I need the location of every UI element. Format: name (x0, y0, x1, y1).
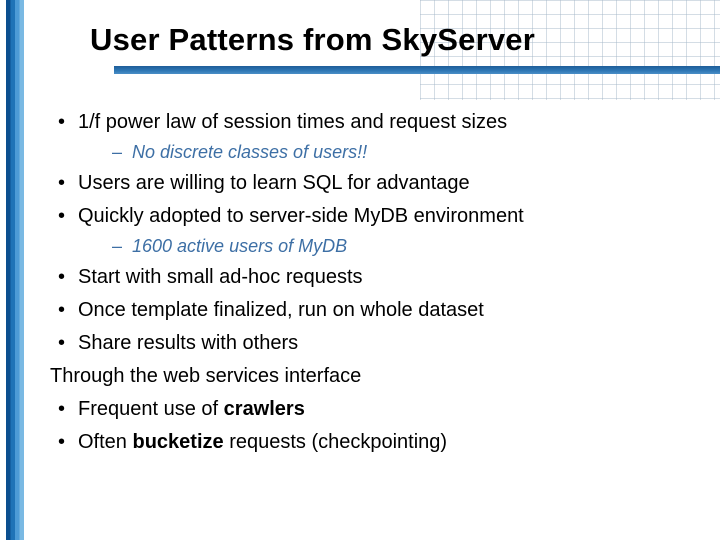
bullet-list: 1/f power law of session times and reque… (50, 108, 690, 358)
list-item: Frequent use of crawlers (50, 395, 690, 424)
list-item: Users are willing to learn SQL for advan… (50, 169, 690, 198)
left-stripe-decoration (6, 0, 24, 540)
list-item: Often bucketize requests (checkpointing) (50, 428, 690, 457)
slide-content: 1/f power law of session times and reque… (50, 108, 690, 461)
sub-list-item: 1600 active users of MyDB (78, 233, 690, 259)
bullet-text: Quickly adopted to server-side MyDB envi… (78, 205, 524, 227)
bullet-text-bold: bucketize (132, 431, 223, 453)
sub-list: No discrete classes of users!! (78, 139, 690, 165)
list-item: 1/f power law of session times and reque… (50, 108, 690, 165)
list-item: Start with small ad-hoc requests (50, 263, 690, 292)
bullet-text: 1/f power law of session times and reque… (78, 111, 507, 133)
slide-title: User Patterns from SkyServer (90, 22, 680, 58)
bullet-text-bold: crawlers (224, 398, 305, 420)
list-item: Once template finalized, run on whole da… (50, 296, 690, 325)
sub-list-item: No discrete classes of users!! (78, 139, 690, 165)
bullet-text-post: requests (checkpointing) (224, 431, 447, 453)
bullet-list: Frequent use of crawlers Often bucketize… (50, 395, 690, 457)
list-item: Share results with others (50, 329, 690, 358)
bullet-text-pre: Often (78, 431, 132, 453)
sub-list: 1600 active users of MyDB (78, 233, 690, 259)
title-underline (114, 66, 720, 74)
plain-line: Through the web services interface (50, 362, 690, 391)
bullet-text-pre: Frequent use of (78, 398, 224, 420)
list-item: Quickly adopted to server-side MyDB envi… (50, 202, 690, 259)
